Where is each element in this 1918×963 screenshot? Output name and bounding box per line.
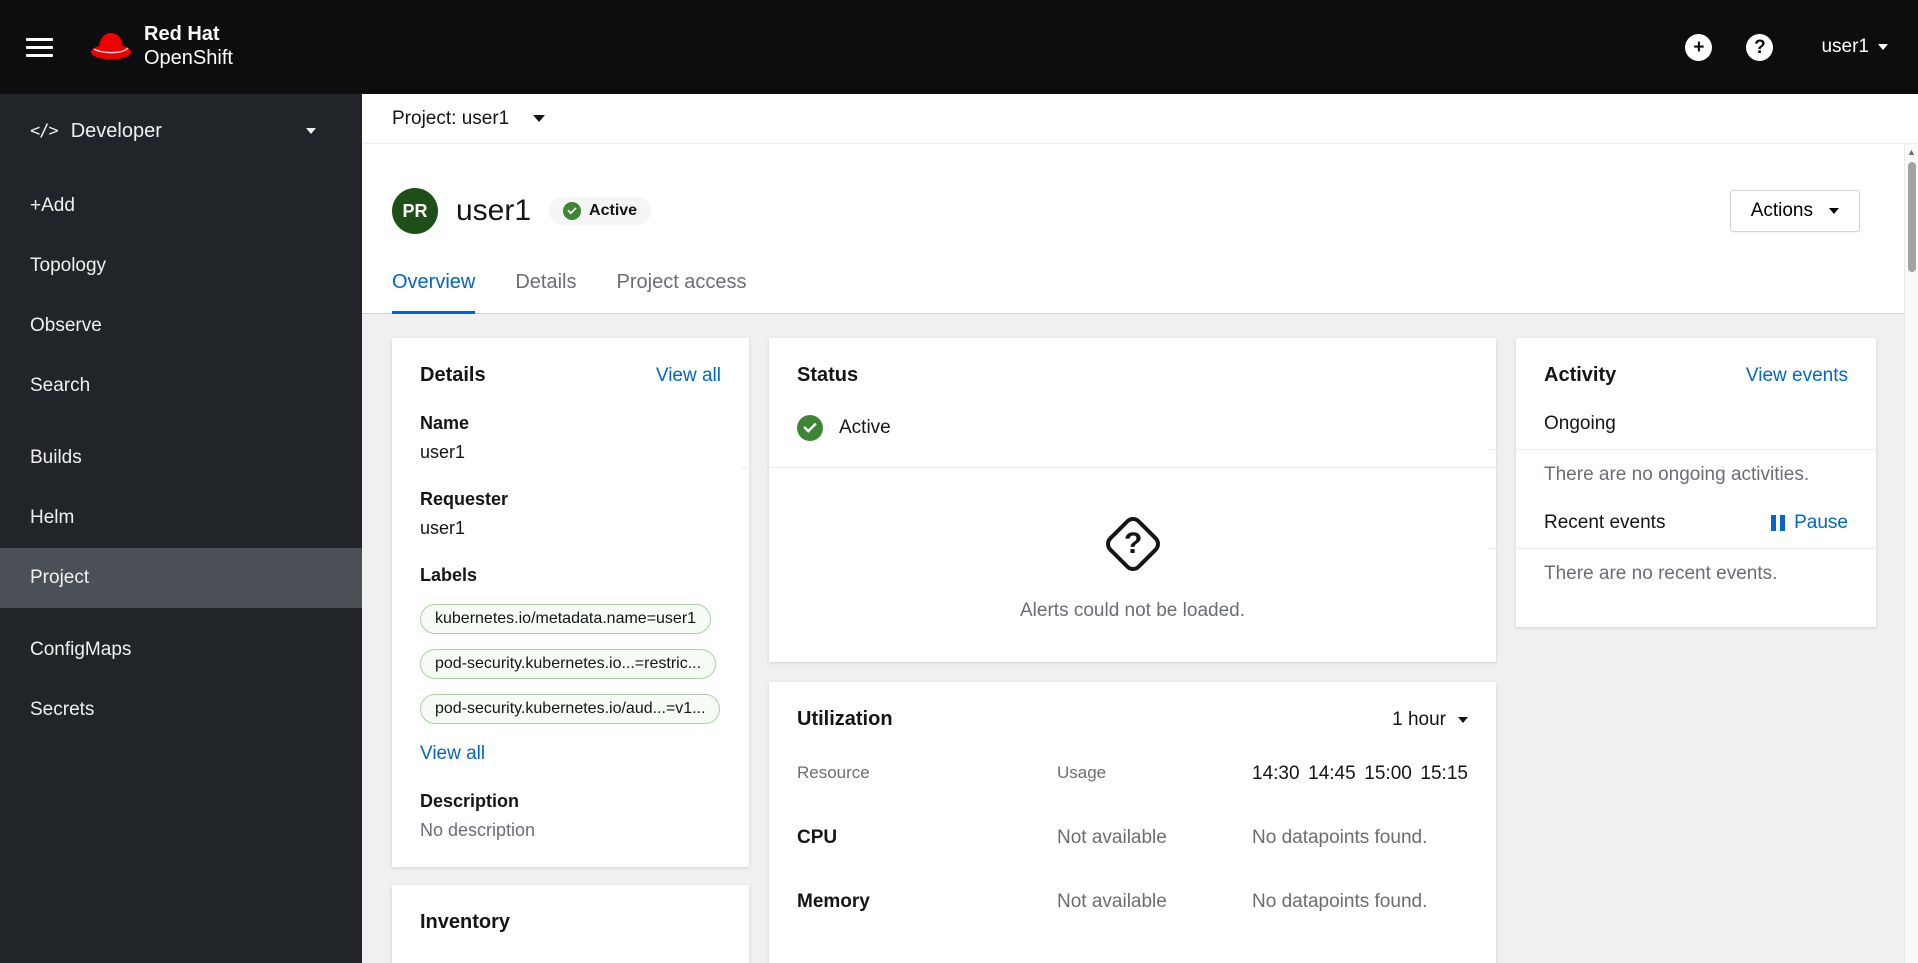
details-card: Details View all Name user1 Requester us… <box>392 338 749 867</box>
perspective-switcher[interactable]: </> Developer <box>0 94 362 168</box>
sidebar-nav: </> Developer +Add Topology Observe Sear… <box>0 94 362 963</box>
project-selector-label: Project: user1 <box>392 107 510 129</box>
ongoing-empty-message: There are no ongoing activities. <box>1544 464 1810 485</box>
sidebar-item-search[interactable]: Search <box>0 356 362 416</box>
redhat-hat-icon <box>91 33 131 60</box>
scrollbar-thumb[interactable] <box>1908 162 1916 272</box>
recent-events-section-header: Recent events Pause <box>1544 512 1848 534</box>
project-selector[interactable]: Project: user1 <box>362 94 1918 144</box>
inventory-card: Inventory 0 Deployments <box>392 885 749 963</box>
main-content: Project: user1 PR user1 Active Actions O… <box>362 94 1918 963</box>
nav-group-3: ConfigMaps Secrets <box>0 620 362 740</box>
details-view-all-link[interactable]: View all <box>656 365 721 387</box>
label-chip[interactable]: kubernetes.io/metadata.name=user1 <box>420 604 712 634</box>
unknown-alert-icon: ? <box>1101 512 1164 576</box>
nav-toggle-button[interactable] <box>0 37 78 57</box>
time-axis: 14:30 14:45 15:00 15:15 <box>1252 763 1468 784</box>
duration-dropdown[interactable]: 1 hour <box>1392 708 1468 731</box>
inventory-card-title: Inventory <box>420 911 511 933</box>
vertical-scrollbar[interactable]: ▲ <box>1904 144 1918 963</box>
page-header: PR user1 Active Actions <box>362 144 1918 234</box>
tab-project-access[interactable]: Project access <box>617 254 747 314</box>
project-badge: PR <box>392 188 438 234</box>
check-circle-icon <box>797 415 823 441</box>
tab-overview[interactable]: Overview <box>392 254 476 314</box>
add-icon[interactable]: + <box>1685 33 1713 61</box>
scroll-up-arrow-icon[interactable]: ▲ <box>1905 144 1918 160</box>
labels-view-all-link[interactable]: View all <box>420 743 721 765</box>
sidebar-item-helm[interactable]: Helm <box>0 488 362 548</box>
nav-group-2: Builds Helm Project <box>0 428 362 608</box>
masthead: Red Hat OpenShift + ? user1 <box>0 0 1918 94</box>
project-status: Active <box>797 415 1468 441</box>
hamburger-icon <box>25 37 53 57</box>
sidebar-item-project[interactable]: Project <box>0 548 362 608</box>
activity-card-title: Activity <box>1544 364 1617 386</box>
overview-dashboard: Details View all Name user1 Requester us… <box>362 314 1918 963</box>
divider <box>1488 449 1904 450</box>
usage-column-header: Usage <box>1057 763 1107 782</box>
chevron-down-icon <box>1878 44 1888 50</box>
tab-bar: Overview Details Project access <box>362 254 1918 314</box>
chevron-down-icon <box>306 128 316 134</box>
sidebar-item-secrets[interactable]: Secrets <box>0 680 362 740</box>
view-events-link[interactable]: View events <box>1746 365 1848 387</box>
tab-details[interactable]: Details <box>515 254 576 314</box>
check-circle-icon <box>563 202 582 220</box>
pause-icon <box>1771 515 1786 531</box>
sidebar-item-builds[interactable]: Builds <box>0 428 362 488</box>
activity-card: Activity View events Ongoing There are n… <box>1488 338 1904 627</box>
chevron-down-icon <box>1829 208 1839 214</box>
alerts-section: ? Alerts could not be loaded. <box>769 468 1496 662</box>
username: user1 <box>1821 36 1869 57</box>
description-field: Description No description <box>420 791 536 840</box>
page-title: user1 <box>456 194 532 227</box>
sidebar-item-observe[interactable]: Observe <box>0 296 362 356</box>
details-card-title: Details <box>420 364 486 386</box>
pause-events-button[interactable]: Pause <box>1771 512 1848 534</box>
brand-line2: OpenShift <box>144 47 233 69</box>
sidebar-item-configmaps[interactable]: ConfigMaps <box>0 620 362 680</box>
ongoing-section-header: Ongoing <box>1544 413 1616 434</box>
utilization-header-row: Resource Usage 14:30 14:45 15:00 15:15 <box>797 763 1468 785</box>
alerts-empty-message: Alerts could not be loaded. <box>1020 600 1245 621</box>
divider <box>1488 548 1904 549</box>
brand-logo[interactable]: Red Hat OpenShift <box>90 23 233 70</box>
chevron-down-icon <box>533 115 546 122</box>
utilization-card: Utilization 1 hour Resource Usage 14:30 … <box>769 682 1496 963</box>
status-card-title: Status <box>797 364 859 386</box>
label-chip[interactable]: pod-security.kubernetes.io...=restric... <box>420 649 717 679</box>
status-badge: Active <box>549 197 652 225</box>
brand-text: Red Hat OpenShift <box>144 23 233 70</box>
help-icon[interactable]: ? <box>1746 33 1774 61</box>
code-icon: </> <box>30 121 59 141</box>
brand-line1: Red Hat <box>144 23 220 46</box>
utilization-card-title: Utilization <box>797 708 893 730</box>
resource-column-header: Resource <box>797 763 870 782</box>
status-card: Status Active ? Alerts could not be load… <box>741 338 1524 662</box>
actions-button[interactable]: Actions <box>1729 190 1860 232</box>
recent-events-empty-message: There are no recent events. <box>1544 563 1778 584</box>
label-chip[interactable]: pod-security.kubernetes.io/aud...=v1... <box>420 694 720 724</box>
labels-field: Labels kubernetes.io/metadata.name=user1… <box>420 565 721 765</box>
sidebar-item-add[interactable]: +Add <box>0 176 362 236</box>
utilization-row-cpu: CPU Not available No datapoints found. <box>797 827 1428 848</box>
utilization-row-memory: Memory Not available No datapoints found… <box>797 891 1428 912</box>
nav-group-1: +Add Topology Observe Search <box>0 176 362 416</box>
user-menu[interactable]: user1 <box>1821 36 1888 58</box>
name-field: Name user1 <box>420 413 470 462</box>
requester-field: Requester user1 <box>420 489 509 538</box>
perspective-label: Developer <box>70 119 162 142</box>
sidebar-item-topology[interactable]: Topology <box>0 236 362 296</box>
chevron-down-icon <box>1458 716 1468 723</box>
